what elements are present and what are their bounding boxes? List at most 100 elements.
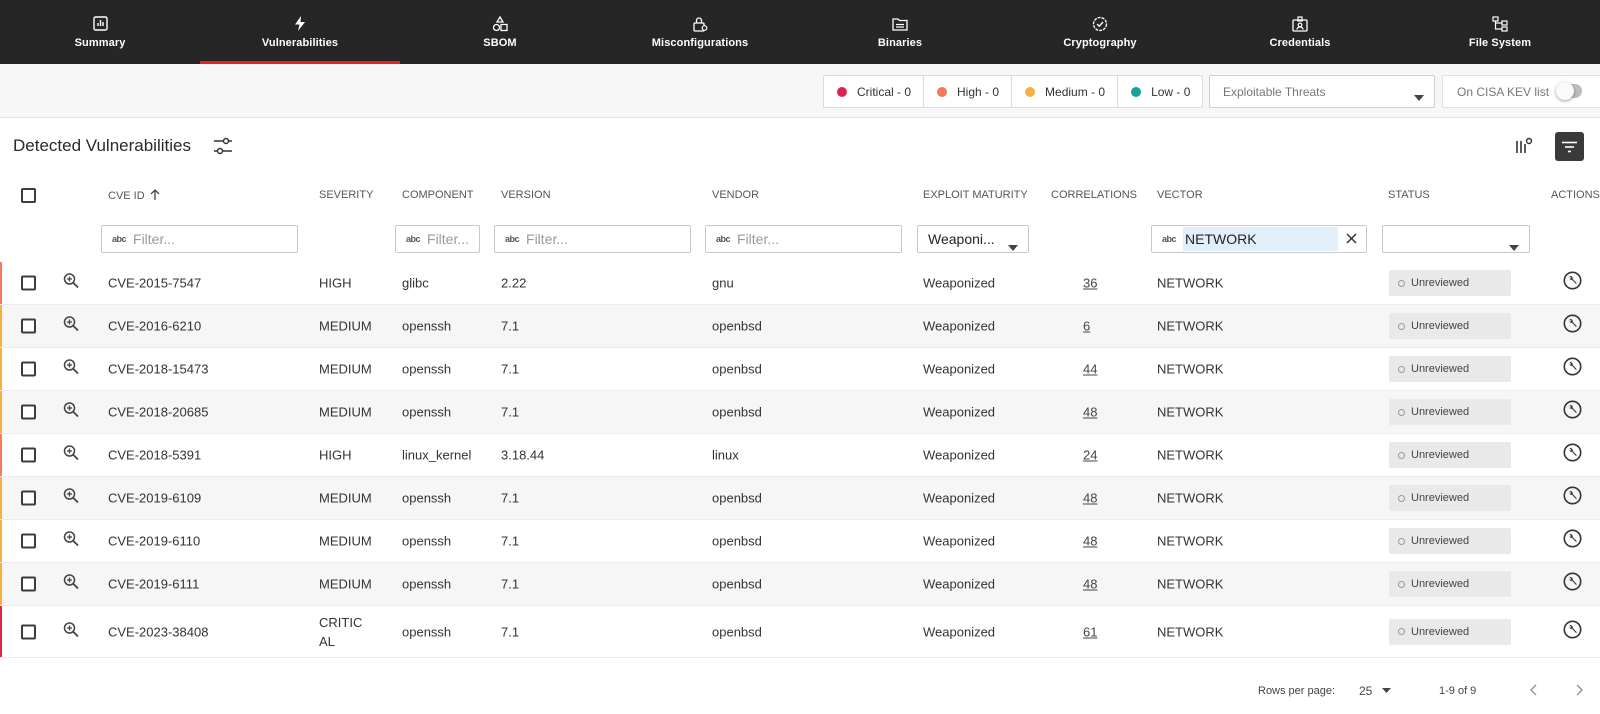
status-badge[interactable]: Unreviewed [1389, 528, 1511, 554]
tune-icon[interactable] [213, 137, 233, 160]
text-filter-icon: abc [112, 234, 127, 244]
zoom-in-icon[interactable] [63, 621, 79, 642]
wrench-icon[interactable] [1563, 400, 1582, 424]
tab-misconfigurations[interactable]: Misconfigurations [600, 0, 800, 64]
wrench-icon[interactable] [1563, 357, 1582, 381]
header-cve-id[interactable]: CVE ID [108, 189, 160, 202]
row-checkbox[interactable] [21, 624, 36, 639]
header-vector[interactable]: VECTOR [1157, 189, 1203, 201]
wrench-icon[interactable] [1563, 271, 1582, 295]
cve-id-cell: CVE-2019-6109 [108, 490, 202, 506]
severity-medium[interactable]: Medium - 0 [1012, 76, 1119, 107]
status-badge[interactable]: Unreviewed [1389, 618, 1511, 645]
header-version[interactable]: VERSION [501, 189, 551, 201]
version-filter[interactable]: abc Filter... [494, 225, 691, 253]
select-all-checkbox[interactable] [21, 188, 36, 203]
row-checkbox[interactable] [21, 361, 36, 377]
correlations-link[interactable]: 48 [1083, 405, 1097, 420]
tab-label: Vulnerabilities [261, 36, 339, 49]
tab-credentials[interactable]: Credentials [1200, 0, 1400, 64]
table-row[interactable]: CVE-2016-6210 MEDIUM openssh 7.1 openbsd… [0, 305, 1600, 348]
row-checkbox[interactable] [21, 576, 36, 592]
header-component[interactable]: COMPONENT [402, 189, 474, 201]
severity-high[interactable]: High - 0 [924, 76, 1013, 107]
header-vendor[interactable]: VENDOR [712, 189, 759, 201]
vector-filter[interactable]: abc NETWORK [1151, 225, 1367, 253]
correlations-link[interactable]: 48 [1083, 491, 1097, 506]
tab-binaries[interactable]: Binaries [800, 0, 1000, 64]
header-exploit-maturity[interactable]: EXPLOIT MATURITY [923, 189, 1028, 201]
row-checkbox[interactable] [21, 275, 36, 291]
header-status[interactable]: STATUS [1388, 189, 1430, 201]
zoom-in-icon[interactable] [63, 273, 79, 294]
tab-file-system[interactable]: File System [1400, 0, 1600, 64]
zoom-in-icon[interactable] [63, 316, 79, 337]
row-checkbox[interactable] [21, 490, 36, 506]
table-row[interactable]: CVE-2015-7547 HIGH glibc 2.22 gnu Weapon… [0, 262, 1600, 305]
filter-list-button[interactable] [1555, 132, 1584, 161]
cve-id-cell: CVE-2018-5391 [108, 447, 202, 463]
table-row[interactable]: CVE-2019-6110 MEDIUM openssh 7.1 openbsd… [0, 520, 1600, 563]
zoom-in-icon[interactable] [63, 402, 79, 423]
row-checkbox[interactable] [21, 533, 36, 549]
status-filter[interactable] [1382, 225, 1530, 253]
prev-page-icon[interactable] [1529, 683, 1539, 702]
status-badge[interactable]: Unreviewed [1389, 571, 1511, 597]
row-checkbox[interactable] [21, 404, 36, 420]
tab-summary[interactable]: Summary [0, 0, 200, 64]
vendor-cell: openbsd [712, 533, 762, 549]
row-checkbox[interactable] [21, 318, 36, 334]
correlations-link[interactable]: 61 [1083, 624, 1097, 639]
tab-cryptography[interactable]: Cryptography [1000, 0, 1200, 64]
zoom-in-icon[interactable] [63, 488, 79, 509]
status-circle-icon [1398, 580, 1405, 588]
table-row[interactable]: CVE-2018-20685 MEDIUM openssh 7.1 openbs… [0, 391, 1600, 434]
wrench-icon[interactable] [1563, 443, 1582, 467]
correlations-link[interactable]: 6 [1083, 319, 1090, 334]
wrench-icon[interactable] [1563, 314, 1582, 338]
exploitable-threats-select[interactable]: Exploitable Threats [1209, 75, 1435, 108]
component-filter[interactable]: abc Filter... [395, 225, 480, 253]
correlations-link[interactable]: 36 [1083, 276, 1097, 291]
wrench-icon[interactable] [1563, 529, 1582, 553]
column-settings-icon[interactable] [1515, 137, 1533, 160]
status-badge[interactable]: Unreviewed [1389, 356, 1511, 382]
tab-sbom[interactable]: SBOM [400, 0, 600, 64]
cve-id-filter[interactable]: abc Filter... [101, 225, 298, 253]
status-badge[interactable]: Unreviewed [1389, 313, 1511, 339]
status-circle-icon [1398, 279, 1405, 287]
table-row[interactable]: CVE-2019-6111 MEDIUM openssh 7.1 openbsd… [0, 563, 1600, 606]
status-badge[interactable]: Unreviewed [1389, 399, 1511, 425]
zoom-in-icon[interactable] [63, 531, 79, 552]
row-checkbox[interactable] [21, 447, 36, 463]
cisa-kev-toggle[interactable] [1556, 82, 1582, 100]
status-badge[interactable]: Unreviewed [1389, 442, 1511, 468]
wrench-icon[interactable] [1563, 486, 1582, 510]
status-badge[interactable]: Unreviewed [1389, 270, 1511, 296]
table-row[interactable]: CVE-2023-38408 CRITICAL openssh 7.1 open… [0, 606, 1600, 658]
zoom-in-icon[interactable] [63, 445, 79, 466]
severity-low[interactable]: Low - 0 [1118, 76, 1202, 107]
table-row[interactable]: CVE-2018-5391 HIGH linux_kernel 3.18.44 … [0, 434, 1600, 477]
vendor-filter[interactable]: abc Filter... [705, 225, 902, 253]
next-page-icon[interactable] [1574, 683, 1584, 702]
header-severity[interactable]: SEVERITY [319, 189, 373, 201]
zoom-in-icon[interactable] [63, 359, 79, 380]
wrench-icon[interactable] [1563, 620, 1582, 644]
status-badge[interactable]: Unreviewed [1389, 485, 1511, 511]
wrench-icon[interactable] [1563, 572, 1582, 596]
severity-critical[interactable]: Critical - 0 [824, 76, 925, 107]
rows-per-page-select[interactable]: 25 [1359, 684, 1391, 698]
zoom-in-icon[interactable] [63, 574, 79, 595]
table-row[interactable]: CVE-2019-6109 MEDIUM openssh 7.1 openbsd… [0, 477, 1600, 520]
correlations-link[interactable]: 44 [1083, 362, 1097, 377]
exploit-maturity-filter[interactable]: Weaponi... [917, 225, 1029, 253]
correlations-link[interactable]: 48 [1083, 577, 1097, 592]
table-row[interactable]: CVE-2018-15473 MEDIUM openssh 7.1 openbs… [0, 348, 1600, 391]
clear-icon[interactable] [1345, 232, 1358, 250]
correlations-link[interactable]: 24 [1083, 448, 1097, 463]
header-correlations[interactable]: CORRELATIONS [1051, 189, 1137, 201]
correlations-link[interactable]: 48 [1083, 534, 1097, 549]
vector-cell: NETWORK [1157, 404, 1224, 420]
tab-vulnerabilities[interactable]: Vulnerabilities [200, 0, 400, 64]
